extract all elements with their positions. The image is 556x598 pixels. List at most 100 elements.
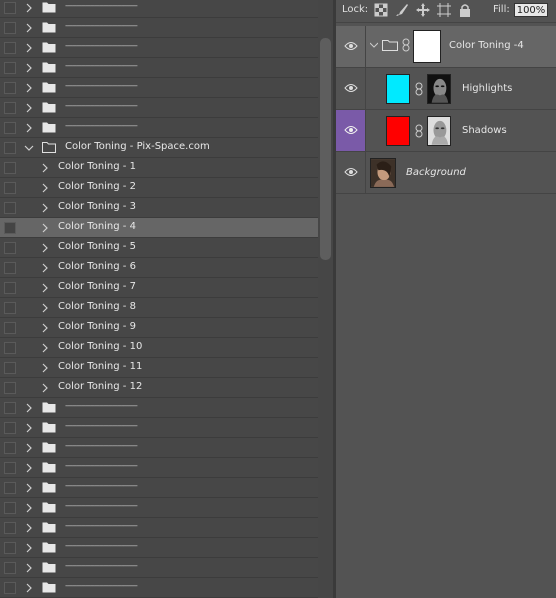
checkbox-icon[interactable] bbox=[4, 82, 16, 94]
chevron-down-icon[interactable] bbox=[370, 41, 378, 49]
checkbox-icon[interactable] bbox=[4, 182, 16, 194]
action-item[interactable]: Color Toning - 12 bbox=[0, 378, 318, 398]
layer-row-highlights[interactable]: Highlights bbox=[336, 68, 556, 110]
chevron-right-icon[interactable] bbox=[24, 581, 34, 595]
checkbox-icon[interactable] bbox=[4, 442, 16, 454]
checkbox-icon[interactable] bbox=[4, 382, 16, 394]
checkbox-icon[interactable] bbox=[4, 482, 16, 494]
action-set-row[interactable]: -------------------------------- bbox=[0, 458, 318, 478]
checkbox-icon[interactable] bbox=[4, 142, 16, 154]
action-set-row[interactable]: -------------------------------- bbox=[0, 558, 318, 578]
checkbox-icon[interactable] bbox=[4, 162, 16, 174]
chevron-right-icon[interactable] bbox=[40, 361, 50, 375]
chevron-right-icon[interactable] bbox=[24, 41, 34, 55]
checkbox-icon[interactable] bbox=[4, 122, 16, 134]
chevron-right-icon[interactable] bbox=[24, 121, 34, 135]
action-set-row[interactable]: -------------------------------- bbox=[0, 38, 318, 58]
checkbox-icon[interactable] bbox=[4, 262, 16, 274]
checkbox-icon[interactable] bbox=[4, 102, 16, 114]
checkbox-icon[interactable] bbox=[4, 342, 16, 354]
chevron-right-icon[interactable] bbox=[40, 301, 50, 315]
layer-row-color-toning-group[interactable]: Color Toning -4 bbox=[336, 26, 556, 68]
chevron-right-icon[interactable] bbox=[40, 241, 50, 255]
checkbox-icon[interactable] bbox=[4, 22, 16, 34]
layer-visibility-cell[interactable] bbox=[336, 26, 366, 67]
chevron-right-icon[interactable] bbox=[24, 501, 34, 515]
chevron-right-icon[interactable] bbox=[24, 81, 34, 95]
layer-row-shadows[interactable]: Shadows bbox=[336, 110, 556, 152]
chevron-right-icon[interactable] bbox=[24, 521, 34, 535]
action-set-row[interactable]: -------------------------------- bbox=[0, 398, 318, 418]
chevron-right-icon[interactable] bbox=[24, 61, 34, 75]
action-set-row[interactable]: -------------------------------- bbox=[0, 418, 318, 438]
checkbox-icon[interactable] bbox=[4, 422, 16, 434]
action-set-row[interactable]: -------------------------------- bbox=[0, 118, 318, 138]
layer-row-background[interactable]: Background bbox=[336, 152, 556, 194]
chevron-right-icon[interactable] bbox=[24, 461, 34, 475]
action-item[interactable]: Color Toning - 5 bbox=[0, 238, 318, 258]
layer-visibility-cell[interactable] bbox=[336, 68, 366, 109]
chevron-right-icon[interactable] bbox=[40, 281, 50, 295]
action-set-row[interactable]: -------------------------------- bbox=[0, 0, 318, 18]
eye-icon[interactable] bbox=[344, 83, 358, 93]
lock-move-icon[interactable] bbox=[416, 3, 430, 17]
chevron-right-icon[interactable] bbox=[40, 341, 50, 355]
checkbox-icon[interactable] bbox=[4, 282, 16, 294]
chevron-right-icon[interactable] bbox=[24, 561, 34, 575]
checkbox-icon[interactable] bbox=[4, 522, 16, 534]
chevron-right-icon[interactable] bbox=[24, 21, 34, 35]
link-icon[interactable] bbox=[402, 38, 410, 52]
link-icon[interactable] bbox=[415, 124, 423, 138]
checkbox-icon[interactable] bbox=[4, 562, 16, 574]
action-set-row[interactable]: -------------------------------- bbox=[0, 518, 318, 538]
chevron-right-icon[interactable] bbox=[40, 261, 50, 275]
checkbox-icon[interactable] bbox=[4, 2, 16, 14]
chevron-right-icon[interactable] bbox=[24, 441, 34, 455]
action-set-row[interactable]: -------------------------------- bbox=[0, 18, 318, 38]
chevron-right-icon[interactable] bbox=[24, 1, 34, 15]
chevron-right-icon[interactable] bbox=[40, 161, 50, 175]
chevron-right-icon[interactable] bbox=[40, 321, 50, 335]
action-item[interactable]: Color Toning - 2 bbox=[0, 178, 318, 198]
checkbox-icon[interactable] bbox=[4, 362, 16, 374]
checkbox-icon[interactable] bbox=[4, 302, 16, 314]
action-set-row[interactable]: -------------------------------- bbox=[0, 538, 318, 558]
action-set-color-toning[interactable]: Color Toning - Pix-Space.com bbox=[0, 138, 318, 158]
action-item[interactable]: Color Toning - 3 bbox=[0, 198, 318, 218]
chevron-right-icon[interactable] bbox=[40, 181, 50, 195]
action-set-row[interactable]: -------------------------------- bbox=[0, 498, 318, 518]
chevron-right-icon[interactable] bbox=[24, 541, 34, 555]
checkbox-icon[interactable] bbox=[4, 582, 16, 594]
checkbox-icon[interactable] bbox=[4, 242, 16, 254]
action-item[interactable]: Color Toning - 6 bbox=[0, 258, 318, 278]
lock-paint-icon[interactable] bbox=[395, 3, 409, 17]
chevron-right-icon[interactable] bbox=[24, 481, 34, 495]
checkbox-icon[interactable] bbox=[4, 402, 16, 414]
lock-artboard-icon[interactable] bbox=[437, 3, 451, 17]
action-item[interactable]: Color Toning - 11 bbox=[0, 358, 318, 378]
chevron-right-icon[interactable] bbox=[40, 201, 50, 215]
link-icon[interactable] bbox=[415, 82, 423, 96]
fill-input[interactable]: 100% bbox=[514, 3, 548, 17]
chevron-right-icon[interactable] bbox=[24, 101, 34, 115]
action-item[interactable]: Color Toning - 1 bbox=[0, 158, 318, 178]
action-set-row[interactable]: -------------------------------- bbox=[0, 438, 318, 458]
chevron-down-icon[interactable] bbox=[24, 141, 34, 155]
checkbox-icon[interactable] bbox=[4, 502, 16, 514]
layer-visibility-cell[interactable] bbox=[336, 110, 366, 151]
action-item[interactable]: Color Toning - 7 bbox=[0, 278, 318, 298]
chevron-right-icon[interactable] bbox=[40, 221, 50, 235]
checkbox-icon[interactable] bbox=[4, 222, 16, 234]
action-item[interactable]: Color Toning - 8 bbox=[0, 298, 318, 318]
action-item[interactable]: Color Toning - 9 bbox=[0, 318, 318, 338]
action-set-row[interactable]: -------------------------------- bbox=[0, 578, 318, 598]
action-item[interactable]: Color Toning - 4 bbox=[0, 218, 318, 238]
action-set-row[interactable]: -------------------------------- bbox=[0, 478, 318, 498]
action-item[interactable]: Color Toning - 10 bbox=[0, 338, 318, 358]
layer-visibility-cell[interactable] bbox=[336, 152, 366, 193]
eye-icon[interactable] bbox=[344, 125, 358, 135]
actions-scrollbar-thumb[interactable] bbox=[320, 38, 331, 260]
lock-all-icon[interactable] bbox=[458, 3, 472, 17]
checkbox-icon[interactable] bbox=[4, 62, 16, 74]
action-set-row[interactable]: -------------------------------- bbox=[0, 98, 318, 118]
